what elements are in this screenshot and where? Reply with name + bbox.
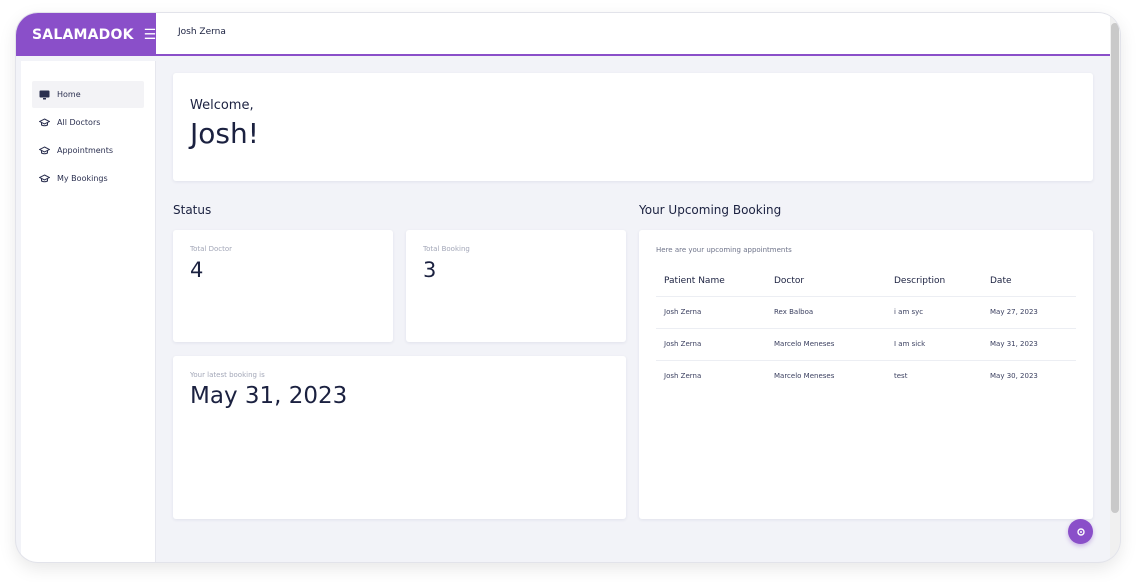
scrollbar[interactable] bbox=[1110, 13, 1120, 562]
welcome-greeting: Welcome, bbox=[190, 98, 254, 113]
column-header: Doctor bbox=[766, 266, 886, 297]
app-window: SALAMADOK ☰ Josh Zerna Home All Doctors … bbox=[16, 13, 1120, 562]
table-header-row: Patient Name Doctor Description Date bbox=[656, 266, 1076, 297]
table-cell: Josh Zerna bbox=[656, 328, 766, 361]
table-row[interactable]: Josh Zerna Marcelo Meneses test May 30, … bbox=[656, 360, 1076, 392]
total-booking-card: Total Booking 3 bbox=[406, 230, 626, 342]
latest-booking-card: Your latest booking is May 31, 2023 bbox=[173, 356, 626, 519]
latest-booking-label: Your latest booking is bbox=[190, 371, 265, 379]
table-cell: test bbox=[894, 372, 908, 381]
sidebar-item-appointments[interactable]: Appointments bbox=[32, 137, 144, 164]
sidebar-item-label: Home bbox=[57, 90, 81, 99]
sidebar-item-label: My Bookings bbox=[57, 174, 108, 183]
sidebar-item-label: All Doctors bbox=[57, 118, 101, 127]
graduation-cap-icon bbox=[38, 145, 50, 157]
sidebar-item-all-doctors[interactable]: All Doctors bbox=[32, 109, 144, 136]
table-cell: Marcelo Meneses bbox=[774, 372, 835, 381]
table-row[interactable]: Josh Zerna Marcelo Meneses I am sick May… bbox=[656, 328, 1076, 361]
welcome-card: Welcome, Josh! bbox=[173, 73, 1093, 181]
total-doctor-label: Total Doctor bbox=[190, 245, 232, 253]
table-cell: i am syc bbox=[886, 296, 982, 329]
total-doctor-card: Total Doctor 4 bbox=[173, 230, 393, 342]
status-title: Status bbox=[173, 203, 212, 217]
upcoming-booking-title: Your Upcoming Booking bbox=[639, 203, 782, 217]
scrollbar-thumb[interactable] bbox=[1111, 23, 1119, 513]
sidebar-item-label: Appointments bbox=[57, 146, 114, 155]
table-cell: Josh Zerna bbox=[656, 296, 766, 329]
total-doctor-value: 4 bbox=[190, 258, 204, 282]
graduation-cap-icon bbox=[38, 173, 50, 185]
table-cell: Marcelo Meneses bbox=[766, 328, 886, 361]
sidebar-item-home[interactable]: Home bbox=[32, 81, 144, 108]
table-cell: I am sick bbox=[886, 328, 982, 361]
top-bar: SALAMADOK ☰ Josh Zerna bbox=[16, 13, 1120, 56]
column-header: Description bbox=[886, 266, 982, 297]
upcoming-intro: Here are your upcoming appointments bbox=[656, 246, 792, 254]
total-booking-label: Total Booking bbox=[423, 245, 470, 253]
hamburger-icon[interactable]: ☰ bbox=[144, 27, 157, 43]
user-name[interactable]: Josh Zerna bbox=[178, 27, 226, 37]
table-cell: Josh Zerna bbox=[664, 372, 702, 381]
brand-bar: SALAMADOK ☰ bbox=[16, 13, 156, 56]
floating-action-button[interactable] bbox=[1068, 519, 1093, 544]
column-header: Date bbox=[982, 266, 1076, 297]
brand-logo[interactable]: SALAMADOK bbox=[32, 27, 134, 43]
table-cell: May 31, 2023 bbox=[982, 328, 1076, 361]
table-cell: May 27, 2023 bbox=[982, 296, 1076, 329]
table-cell: Rex Balboa bbox=[766, 296, 886, 329]
table-row[interactable]: Josh Zerna Rex Balboa i am syc May 27, 2… bbox=[656, 296, 1076, 329]
upcoming-booking-card: Here are your upcoming appointments Pati… bbox=[639, 230, 1093, 519]
bookings-table: Patient Name Doctor Description Date Jos… bbox=[656, 266, 1076, 392]
total-booking-value: 3 bbox=[423, 258, 437, 282]
welcome-name: Josh! bbox=[190, 117, 259, 150]
sidebar-item-my-bookings[interactable]: My Bookings bbox=[32, 165, 144, 192]
monitor-icon bbox=[38, 89, 50, 101]
column-header: Patient Name bbox=[656, 266, 766, 297]
table-cell: May 30, 2023 bbox=[990, 372, 1038, 381]
latest-booking-date: May 31, 2023 bbox=[190, 383, 348, 409]
settings-icon bbox=[1076, 522, 1086, 541]
graduation-cap-icon bbox=[38, 117, 50, 129]
sidebar: Home All Doctors Appointments My Booking… bbox=[21, 61, 156, 562]
